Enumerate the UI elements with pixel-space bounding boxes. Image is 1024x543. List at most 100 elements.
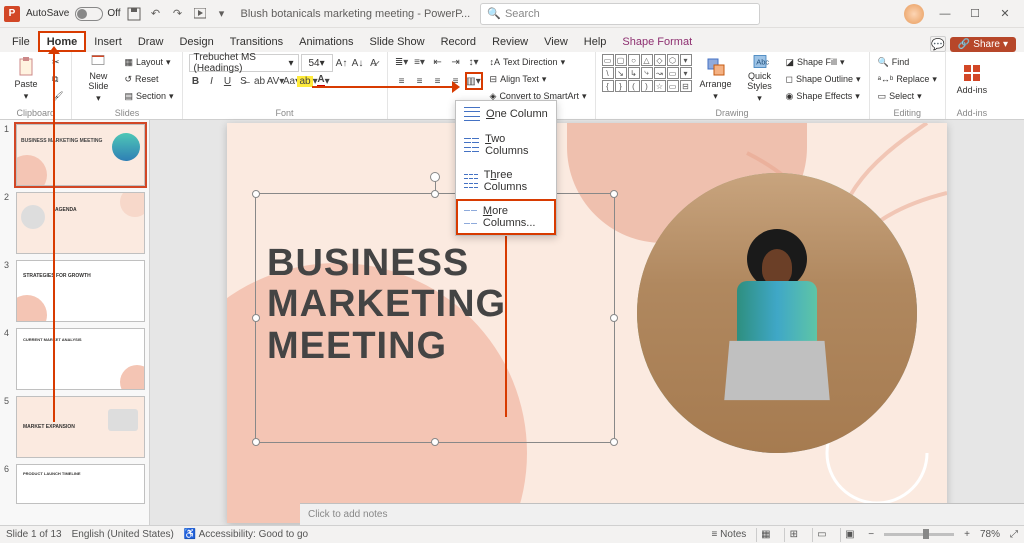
decrease-font-button[interactable]: A↓	[351, 56, 365, 70]
strike-button[interactable]: S̶	[237, 74, 251, 88]
font-name-select[interactable]: Trebuchet MS (Headings)▾	[189, 54, 299, 72]
user-avatar[interactable]	[904, 4, 924, 24]
addins-button[interactable]: Add-ins	[952, 54, 992, 104]
tab-view[interactable]: View	[536, 32, 576, 52]
resize-handle[interactable]	[610, 314, 618, 322]
quick-styles-button[interactable]: Abc Quick Styles▾	[740, 54, 780, 104]
tab-home[interactable]: Home	[38, 31, 87, 52]
zoom-in-button[interactable]: +	[964, 529, 970, 540]
new-slide-button[interactable]: New Slide▾	[78, 54, 118, 104]
rotate-handle[interactable]	[430, 172, 440, 182]
tab-animations[interactable]: Animations	[291, 32, 361, 52]
indent-left-button[interactable]: ⇤	[430, 54, 446, 70]
font-size-select[interactable]: 54 ▾	[301, 54, 333, 72]
two-columns-item[interactable]: Two Columns	[456, 127, 556, 163]
maximize-button[interactable]: ☐	[960, 3, 990, 25]
thumbnail-6[interactable]: PRODUCT LAUNCH TIMELINE	[16, 464, 145, 504]
zoom-slider[interactable]	[884, 533, 954, 536]
autosave-toggle[interactable]	[75, 7, 103, 21]
shadow-button[interactable]: ab	[253, 74, 267, 88]
resize-handle[interactable]	[431, 438, 439, 446]
thumbnail-panel[interactable]: 1 BUSINESS MARKETING MEETING 2 AGENDA 3 …	[0, 120, 150, 525]
shapes-gallery[interactable]: ▭▢○△◇⬡▾ \↘↳⤷↝▭▾ {}()☆▭⊟	[602, 54, 692, 92]
tab-insert[interactable]: Insert	[86, 32, 130, 52]
save-icon[interactable]	[126, 6, 142, 22]
tab-record[interactable]: Record	[433, 32, 484, 52]
zoom-level[interactable]: 78%	[980, 529, 1000, 540]
indent-right-button[interactable]: ⇥	[448, 54, 464, 70]
thumbnail-5[interactable]: MARKET EXPANSION	[16, 396, 145, 458]
layout-button[interactable]: ▦ Layout ▾	[122, 54, 175, 70]
close-button[interactable]: ✕	[990, 3, 1020, 25]
normal-view-button[interactable]: ▦	[756, 528, 774, 542]
character-spacing-button[interactable]: AV▾	[269, 74, 283, 88]
qat-more-icon[interactable]: ▾	[214, 6, 230, 22]
paste-button[interactable]: Paste▾	[6, 54, 46, 104]
minimize-button[interactable]: ―	[930, 3, 960, 25]
more-columns-item[interactable]: More Columns...	[456, 199, 556, 235]
increase-font-button[interactable]: A↑	[335, 56, 349, 70]
italic-button[interactable]: I	[205, 74, 219, 88]
text-direction-button[interactable]: ↕A Text Direction ▾	[488, 54, 589, 70]
thumb-number: 1	[4, 124, 14, 134]
find-button[interactable]: 🔍 Find	[876, 54, 939, 70]
resize-handle[interactable]	[610, 438, 618, 446]
replace-button[interactable]: ᵃ↔ᵇ Replace ▾	[876, 71, 939, 87]
columns-button[interactable]: ▥▾	[466, 73, 482, 89]
tab-review[interactable]: Review	[484, 32, 536, 52]
slideshow-view-button[interactable]: ▣	[840, 528, 858, 542]
tab-slideshow[interactable]: Slide Show	[362, 32, 433, 52]
shape-effects-button[interactable]: ◉ Shape Effects ▾	[784, 88, 863, 104]
reading-view-button[interactable]: ▭	[812, 528, 830, 542]
tab-help[interactable]: Help	[576, 32, 615, 52]
slide-canvas[interactable]: BUSINESS MARKETING MEETING	[227, 123, 947, 523]
reset-button[interactable]: ↺ Reset	[122, 71, 175, 87]
thumbnail-4[interactable]: CURRENT MARKET ANALYSIS	[16, 328, 145, 390]
comments-button[interactable]: 💬	[930, 36, 946, 52]
align-text-button[interactable]: ⊟ Align Text ▾	[488, 71, 589, 87]
bullets-button[interactable]: ≣▾	[394, 54, 410, 70]
tab-draw[interactable]: Draw	[130, 32, 172, 52]
share-button[interactable]: 🔗Share▾	[950, 37, 1016, 52]
resize-handle[interactable]	[431, 190, 439, 198]
ribbon-tabs: File Home Insert Draw Design Transitions…	[0, 28, 1024, 52]
search-input[interactable]: 🔍 Search	[480, 3, 760, 25]
sorter-view-button[interactable]: ⊞	[784, 528, 802, 542]
accessibility-status[interactable]: ♿ Accessibility: Good to go	[184, 529, 308, 540]
notes-toggle[interactable]: ≡ Notes	[712, 529, 747, 540]
thumbnail-2[interactable]: AGENDA	[16, 192, 145, 254]
select-button[interactable]: ▭ Select ▾	[876, 88, 939, 104]
undo-icon[interactable]: ↶	[148, 6, 164, 22]
slide-editor[interactable]: BUSINESS MARKETING MEETING Click to add …	[150, 120, 1024, 525]
resize-handle[interactable]	[610, 190, 618, 198]
resize-handle[interactable]	[252, 438, 260, 446]
clear-format-button[interactable]: A̷	[367, 56, 381, 70]
notes-pane[interactable]: Click to add notes	[300, 503, 1024, 525]
from-beginning-icon[interactable]	[192, 6, 208, 22]
one-column-item[interactable]: One Column	[456, 101, 556, 127]
thumbnail-1[interactable]: BUSINESS MARKETING MEETING	[16, 124, 145, 186]
tab-transitions[interactable]: Transitions	[222, 32, 291, 52]
three-columns-item[interactable]: Three Columns	[456, 163, 556, 199]
change-case-button[interactable]: Aa▾	[285, 74, 299, 88]
shape-outline-button[interactable]: ◻ Shape Outline ▾	[784, 71, 863, 87]
line-spacing-button[interactable]: ↕▾	[466, 54, 482, 70]
numbering-button[interactable]: ≡▾	[412, 54, 428, 70]
arrange-button[interactable]: Arrange▾	[696, 54, 736, 104]
zoom-out-button[interactable]: −	[868, 529, 874, 540]
section-button[interactable]: ▤ Section ▾	[122, 88, 175, 104]
fit-to-window-button[interactable]: ⤢	[1010, 529, 1018, 540]
tab-design[interactable]: Design	[171, 32, 221, 52]
resize-handle[interactable]	[252, 314, 260, 322]
tab-file[interactable]: File	[4, 32, 38, 52]
bold-button[interactable]: B	[189, 74, 203, 88]
thumbnail-3[interactable]: STRATEGIES FOR GROWTH	[16, 260, 145, 322]
redo-icon[interactable]: ↷	[170, 6, 186, 22]
language-status[interactable]: English (United States)	[72, 529, 174, 540]
underline-button[interactable]: U	[221, 74, 235, 88]
font-name-value: Trebuchet MS (Headings)	[194, 52, 289, 74]
selection-box[interactable]	[255, 193, 615, 443]
shape-fill-button[interactable]: ◪ Shape Fill ▾	[784, 54, 863, 70]
tab-shape-format[interactable]: Shape Format	[614, 32, 700, 52]
resize-handle[interactable]	[252, 190, 260, 198]
